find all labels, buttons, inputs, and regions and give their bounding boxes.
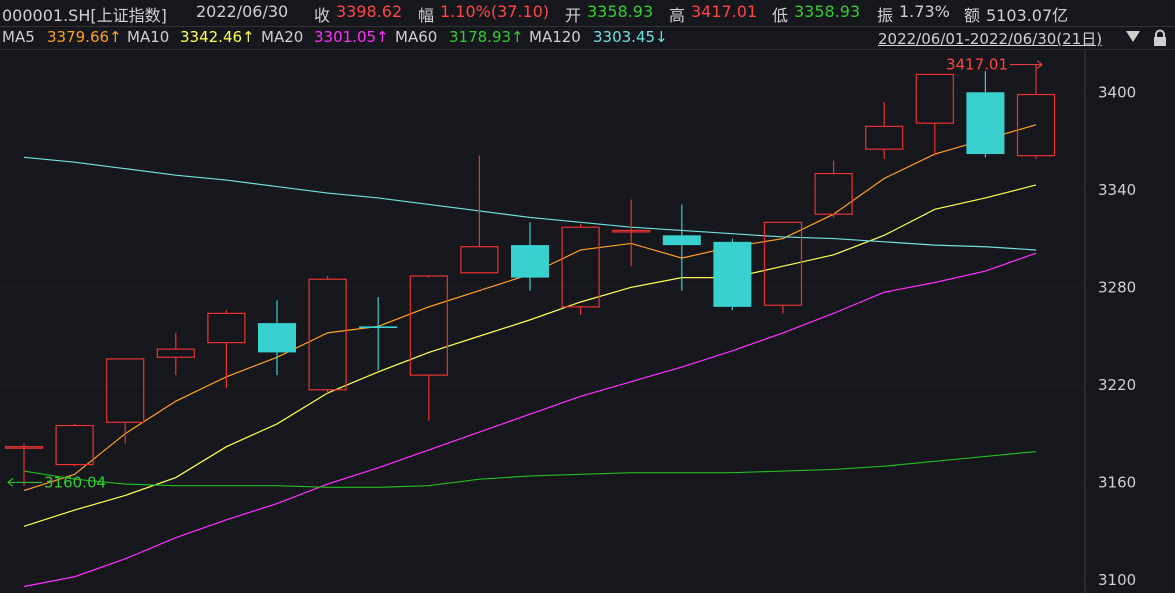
candle <box>207 310 246 389</box>
candle-body <box>561 226 600 308</box>
y-axis-labels: 3100 3160 3220 3280 3340 3400 <box>1098 83 1136 589</box>
candle-body <box>814 172 853 215</box>
candle <box>814 160 853 218</box>
candle <box>106 358 145 444</box>
change-value: 1.10%(37.10) <box>440 2 550 21</box>
y-tick-label: 3220 <box>1098 376 1136 394</box>
candle-body <box>207 312 246 344</box>
y-tick-label: 3400 <box>1098 83 1136 101</box>
candle-body <box>409 275 448 376</box>
ma5-value: 3379.66↑ <box>47 28 122 46</box>
candle <box>561 223 600 315</box>
candle-body <box>308 278 347 391</box>
candle <box>612 199 651 267</box>
amplitude-value: 1.73% <box>899 2 950 21</box>
candle-body <box>359 326 398 329</box>
index-code[interactable]: 000001.SH[上证指数] <box>2 2 167 26</box>
candle <box>460 155 499 274</box>
ma60-label: MA60 <box>395 28 438 46</box>
candle-body <box>511 245 549 278</box>
ma5-label: MA5 <box>2 28 35 46</box>
candle-body <box>460 246 499 274</box>
candle-body <box>55 424 94 466</box>
ma10-value: 3342.46↑ <box>180 28 255 46</box>
change-label: 幅 <box>418 6 435 25</box>
candle <box>55 423 94 467</box>
candle <box>713 238 752 311</box>
ma20-label: MA20 <box>261 28 304 46</box>
amount-value: 5103.07亿 <box>986 6 1069 25</box>
candle <box>308 275 347 394</box>
candle-body <box>713 241 752 307</box>
candle <box>966 71 1005 158</box>
ma20-value: 3301.05↑ <box>314 28 389 46</box>
candle <box>915 73 954 156</box>
candle <box>511 222 549 291</box>
candle <box>156 332 195 376</box>
candle-body <box>865 125 904 150</box>
candles <box>4 64 1056 486</box>
candle-body <box>662 235 701 246</box>
high-label: 高 <box>669 6 686 25</box>
candle <box>865 102 904 159</box>
close-label: 收 <box>314 6 331 25</box>
amplitude-label: 振 <box>877 6 894 25</box>
candlestick-chart[interactable]: 3100 3160 3220 3280 3340 3400 3417.01 3160.04 <box>0 50 1175 593</box>
ma60-value: 3178.93↑ <box>449 28 524 46</box>
ma120-label: MA120 <box>529 28 581 46</box>
y-tick-label: 3160 <box>1098 473 1136 491</box>
ma-line-ma5 <box>23 124 1037 492</box>
max-marker-label: 3417.01 <box>946 56 1008 74</box>
candle-body <box>106 358 145 423</box>
candle-body <box>966 92 1005 155</box>
low-label: 低 <box>772 6 789 25</box>
candle <box>258 300 296 376</box>
candle <box>1016 64 1056 160</box>
ma10-label: MA10 <box>127 28 170 46</box>
date-range-selector[interactable]: 2022/06/01-2022/06/30(21日) <box>878 28 1102 49</box>
y-tick-label: 3280 <box>1098 278 1136 296</box>
close-value: 3398.62 <box>336 2 403 21</box>
high-value: 3417.01 <box>691 2 758 21</box>
lock-icon[interactable] <box>1151 29 1169 47</box>
candle-body <box>915 73 954 124</box>
y-tick-label: 3100 <box>1098 571 1136 589</box>
open-value: 3358.93 <box>587 2 654 21</box>
triangle-down-icon[interactable] <box>1126 31 1140 42</box>
candle <box>359 297 398 371</box>
quote-header: 000001.SH[上证指数] 2022/06/30 收 3398.62 幅 1… <box>0 0 1175 26</box>
ma-legend-bar: MA5 3379.66↑ MA10 3342.46↑ MA20 3301.05↑… <box>0 27 1175 49</box>
low-value: 3358.93 <box>794 2 861 21</box>
amount-label: 额 <box>964 6 981 25</box>
open-label: 开 <box>565 6 582 25</box>
grid-lines <box>0 91 1085 581</box>
kline-window: 000001.SH[上证指数] 2022/06/30 收 3398.62 幅 1… <box>0 0 1175 593</box>
candle-body <box>258 323 296 353</box>
ma-line-ma20 <box>23 252 1037 588</box>
ma120-value: 3303.45↓ <box>593 28 668 46</box>
ma-lines <box>23 124 1037 588</box>
min-marker-label: 3160.04 <box>44 473 106 491</box>
quote-date: 2022/06/30 <box>196 2 289 21</box>
y-tick-label: 3340 <box>1098 181 1136 199</box>
candle-body <box>156 348 195 358</box>
